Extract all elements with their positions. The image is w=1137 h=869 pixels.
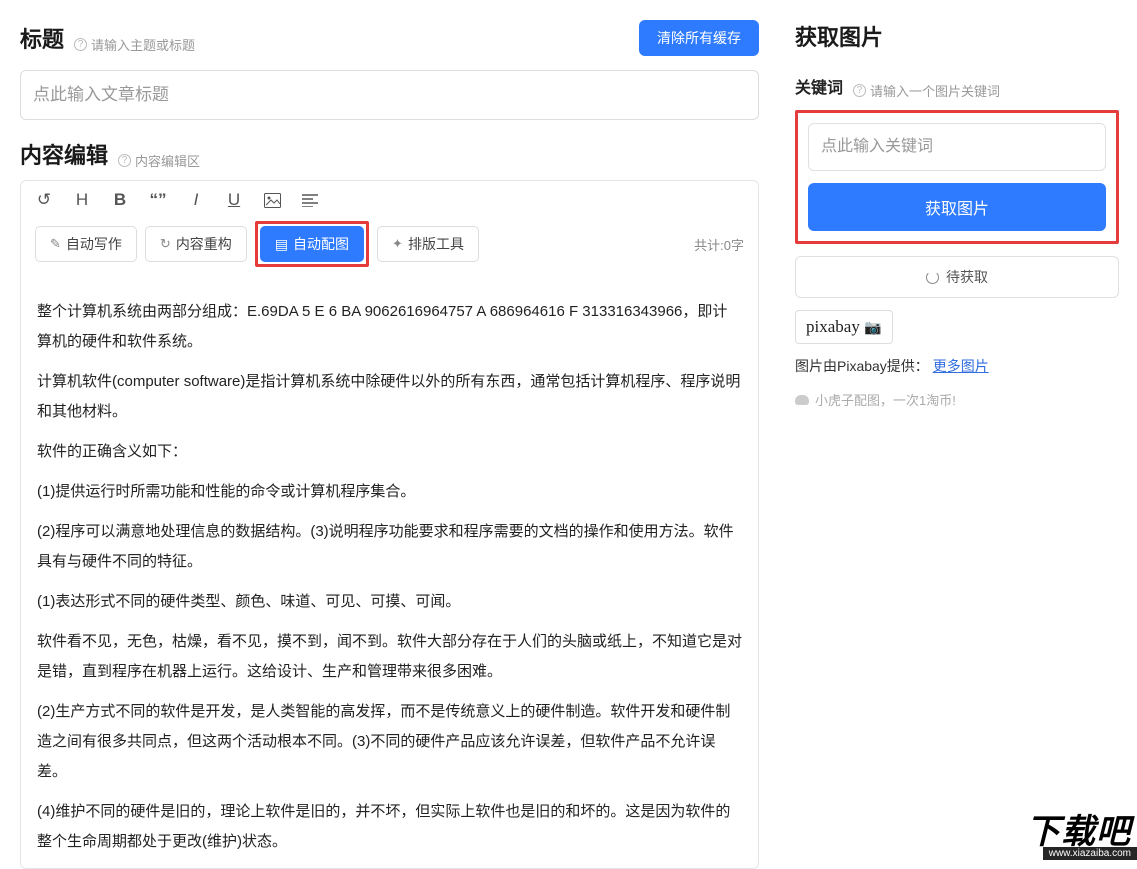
editor-paragraph: (2)生产方式不同的软件是开发，是人类智能的高发挥，而不是传统意义上的硬件制造。… (37, 697, 742, 787)
editor-paragraph: (4)维护不同的硬件是旧的，理论上软件是旧的，并不坏，但实际上软件也是旧的和坏的… (37, 797, 742, 857)
keyword-hint: ? 请输入一个图片关键词 (853, 81, 1000, 100)
editor-paragraph: (2)程序可以满意地处理信息的数据结构。(3)说明程序功能要求和程序需要的文档的… (37, 517, 742, 577)
restructure-button[interactable]: ↻ 内容重构 (145, 226, 247, 262)
camera-icon: 📷 (864, 321, 881, 336)
layers-icon: ▤ (275, 236, 288, 253)
pending-status-button[interactable]: 待获取 (795, 256, 1119, 298)
align-icon[interactable] (301, 191, 319, 209)
image-credit: 图片由Pixabay提供： 更多图片 (795, 356, 1119, 376)
underline-icon[interactable]: U (225, 191, 243, 209)
title-section-label: 标题 (20, 22, 64, 54)
article-title-input[interactable] (20, 70, 759, 120)
footer-note: 小虎子配图，一次1淘币! (795, 390, 1119, 409)
editor-paragraph: 整个计算机系统由两部分组成：E.69DA 5 E 6 BA 9062616964… (37, 297, 742, 357)
quote-icon[interactable]: “” (149, 191, 167, 209)
title-hint: ? 请输入主题或标题 (74, 35, 195, 54)
keyword-highlight: 获取图片 (795, 110, 1119, 244)
refresh-icon: ↻ (160, 236, 171, 252)
keyword-input[interactable] (808, 123, 1106, 171)
italic-icon[interactable]: I (187, 191, 205, 209)
pencil-icon: ✎ (50, 236, 61, 252)
coin-icon (795, 395, 809, 405)
info-icon: ? (118, 154, 131, 167)
more-images-link[interactable]: 更多图片 (933, 358, 989, 374)
editor-paragraph: (1)提供运行时所需功能和性能的命令或计算机程序集合。 (37, 477, 742, 507)
image-icon[interactable] (263, 191, 281, 209)
pixabay-badge: pixabay 📷 (795, 310, 893, 344)
auto-image-highlight: ▤ 自动配图 (255, 221, 369, 267)
clear-cache-button[interactable]: 清除所有缓存 (639, 20, 759, 56)
get-image-title: 获取图片 (795, 20, 1119, 52)
keyword-label: 关键词 (795, 74, 843, 98)
fetch-image-button[interactable]: 获取图片 (808, 183, 1106, 231)
auto-write-button[interactable]: ✎ 自动写作 (35, 226, 137, 262)
editor-paragraph: 计算机软件(computer software)是指计算机系统中除硬件以外的所有… (37, 367, 742, 427)
editor-toolbar: ↺ H B “” I U ✎ 自动写作 ↻ 内容重构 ▤ (20, 180, 759, 279)
content-hint: ? 内容编辑区 (118, 151, 200, 170)
wand-icon: ✦ (392, 236, 403, 252)
editor-paragraph: (1)表达形式不同的硬件类型、颜色、味道、可见、可摸、可闻。 (37, 587, 742, 617)
bold-icon[interactable]: B (111, 191, 129, 209)
editor-paragraph: 软件看不见，无色，枯燥，看不见，摸不到，闻不到。软件大部分存在于人们的头脑或纸上… (37, 627, 742, 687)
watermark: 下载吧 www.xiazaiba.com (997, 790, 1137, 860)
info-icon: ? (74, 38, 87, 51)
undo-icon[interactable]: ↺ (35, 191, 53, 209)
layout-tool-button[interactable]: ✦ 排版工具 (377, 226, 479, 262)
editor-paragraph: 软件的正确含义如下： (37, 437, 742, 467)
char-count: 共计:0字 (694, 235, 744, 254)
heading-icon[interactable]: H (73, 191, 91, 209)
info-icon: ? (853, 84, 866, 97)
content-section-label: 内容编辑 (20, 138, 108, 170)
auto-image-button[interactable]: ▤ 自动配图 (260, 226, 364, 262)
spinner-icon (926, 271, 939, 284)
editor-body[interactable]: 整个计算机系统由两部分组成：E.69DA 5 E 6 BA 9062616964… (20, 279, 759, 869)
